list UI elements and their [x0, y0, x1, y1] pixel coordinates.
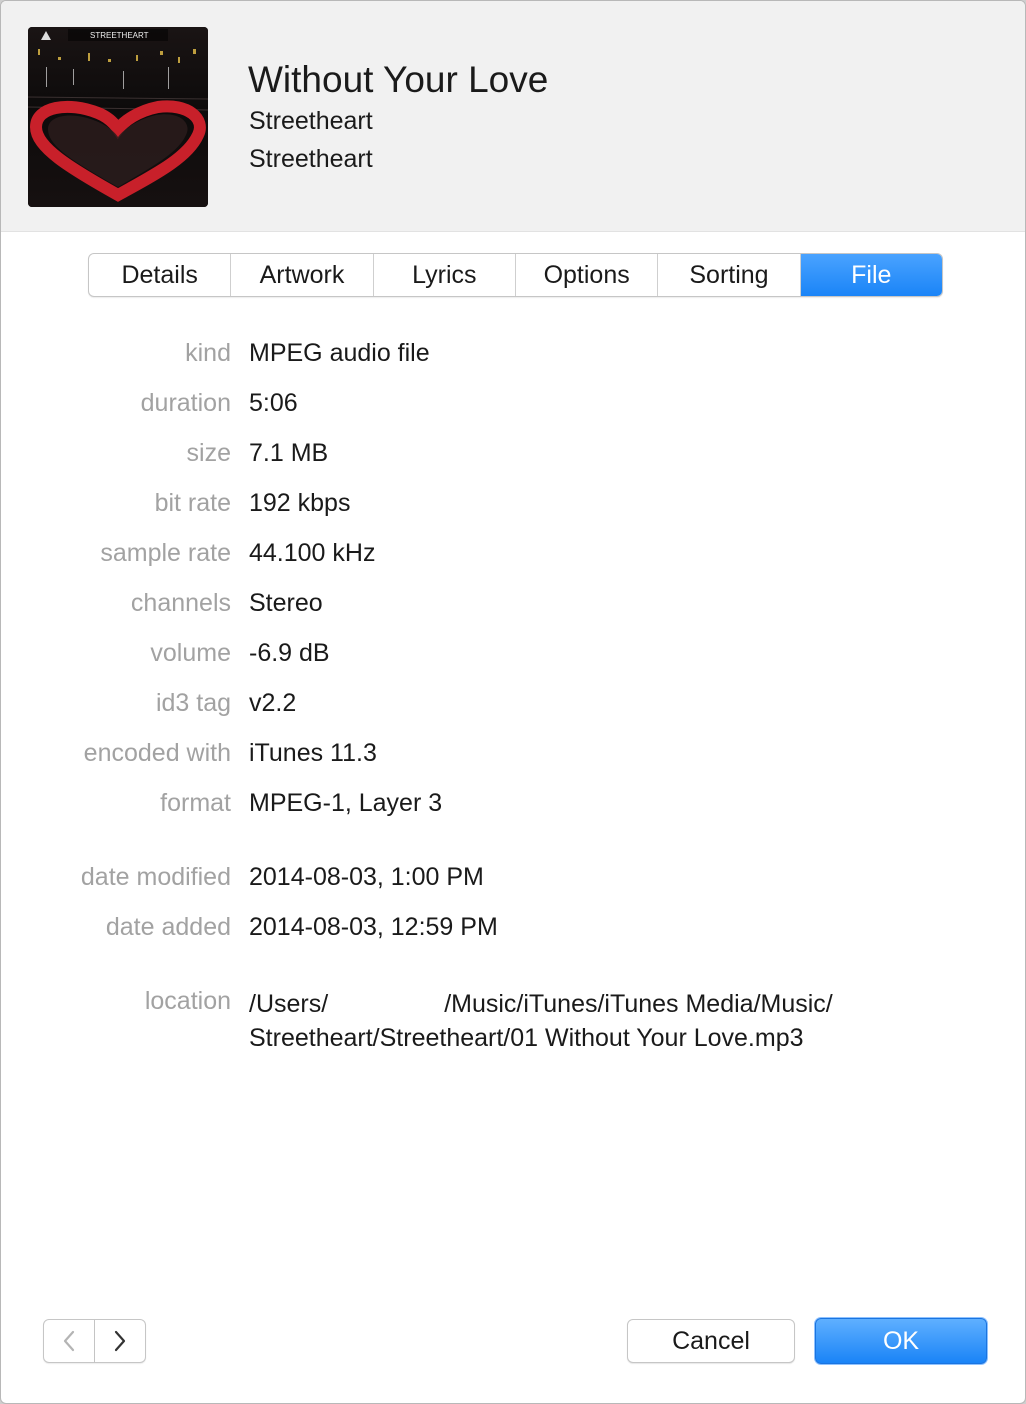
next-track-button[interactable]	[95, 1319, 146, 1363]
cancel-button[interactable]: Cancel	[627, 1319, 795, 1363]
chevron-left-icon	[63, 1330, 75, 1352]
track-navigation	[43, 1319, 146, 1363]
encoded-with-value: iTunes 11.3	[249, 739, 377, 767]
location-path-end: /Music/iTunes/iTunes Media/Music/	[444, 990, 833, 1018]
dialog-header: STREETHEART Without Your Love Streethear…	[1, 1, 1025, 232]
date-modified-label: date modified	[80, 863, 231, 891]
id3-tag-label: id3 tag	[155, 689, 231, 717]
channels-value: Stereo	[249, 589, 323, 617]
artist-name: Streetheart	[249, 107, 373, 135]
info-row-size: size 7.1 MB	[1, 439, 1025, 479]
tab-options[interactable]: Options	[516, 254, 659, 296]
bit-rate-value: 192 kbps	[249, 489, 351, 517]
tab-artwork[interactable]: Artwork	[231, 254, 374, 296]
sample-rate-value: 44.100 kHz	[249, 539, 376, 567]
ok-button[interactable]: OK	[815, 1318, 987, 1364]
album-artwork: STREETHEART	[28, 27, 208, 207]
volume-label: volume	[150, 639, 231, 667]
tab-details[interactable]: Details	[89, 254, 232, 296]
song-title: Without Your Love	[248, 59, 549, 100]
tab-lyrics[interactable]: Lyrics	[374, 254, 516, 296]
info-row-channels: channels Stereo	[1, 589, 1025, 629]
previous-track-button[interactable]	[43, 1319, 95, 1363]
encoded-with-label: encoded with	[83, 739, 231, 767]
format-value: MPEG-1, Layer 3	[249, 789, 443, 817]
info-row-kind: kind MPEG audio file	[1, 339, 1025, 379]
location-label: location	[144, 987, 231, 1015]
album-name: Streetheart	[249, 145, 373, 173]
size-value: 7.1 MB	[249, 439, 329, 467]
location-value: /Users/ /Music/iTunes/iTunes Media/Music/…	[249, 987, 833, 1055]
info-row-sample-rate: sample rate 44.100 kHz	[1, 539, 1025, 579]
duration-value: 5:06	[249, 389, 298, 417]
size-label: size	[186, 439, 231, 467]
info-row-format: format MPEG-1, Layer 3	[1, 789, 1025, 829]
id3-tag-value: v2.2	[249, 689, 297, 717]
info-row-date-added: date added 2014-08-03, 12:59 PM	[1, 913, 1025, 953]
duration-label: duration	[140, 389, 231, 417]
info-row-id3-tag: id3 tag v2.2	[1, 689, 1025, 729]
tab-sorting[interactable]: Sorting	[658, 254, 801, 296]
date-added-value: 2014-08-03, 12:59 PM	[249, 913, 498, 941]
location-path-start: /Users/	[249, 990, 329, 1018]
kind-value: MPEG audio file	[249, 339, 430, 367]
tab-file[interactable]: File	[800, 254, 942, 296]
artwork-text: STREETHEART	[90, 31, 149, 40]
tab-bar: Details Artwork Lyrics Options Sorting F…	[88, 253, 943, 297]
channels-label: channels	[130, 589, 231, 617]
location-line-2: Streetheart/Streetheart/01 Without Your …	[249, 1024, 804, 1052]
sample-rate-label: sample rate	[100, 539, 231, 567]
location-line-1: /Users/ /Music/iTunes/iTunes Media/Music/	[249, 987, 833, 1021]
chevron-right-icon	[114, 1330, 126, 1352]
info-row-encoded-with: encoded with iTunes 11.3	[1, 739, 1025, 779]
file-info-dialog: STREETHEART Without Your Love Streethear…	[0, 0, 1026, 1404]
album-artwork-image: STREETHEART	[28, 27, 208, 207]
date-modified-value: 2014-08-03, 1:00 PM	[249, 863, 484, 891]
info-row-date-modified: date modified 2014-08-03, 1:00 PM	[1, 863, 1025, 903]
date-added-label: date added	[105, 913, 231, 941]
info-row-duration: duration 5:06	[1, 389, 1025, 429]
info-row-bit-rate: bit rate 192 kbps	[1, 489, 1025, 529]
kind-label: kind	[185, 339, 231, 367]
format-label: format	[160, 789, 231, 817]
volume-value: -6.9 dB	[249, 639, 330, 667]
bit-rate-label: bit rate	[154, 489, 231, 517]
info-row-volume: volume -6.9 dB	[1, 639, 1025, 679]
